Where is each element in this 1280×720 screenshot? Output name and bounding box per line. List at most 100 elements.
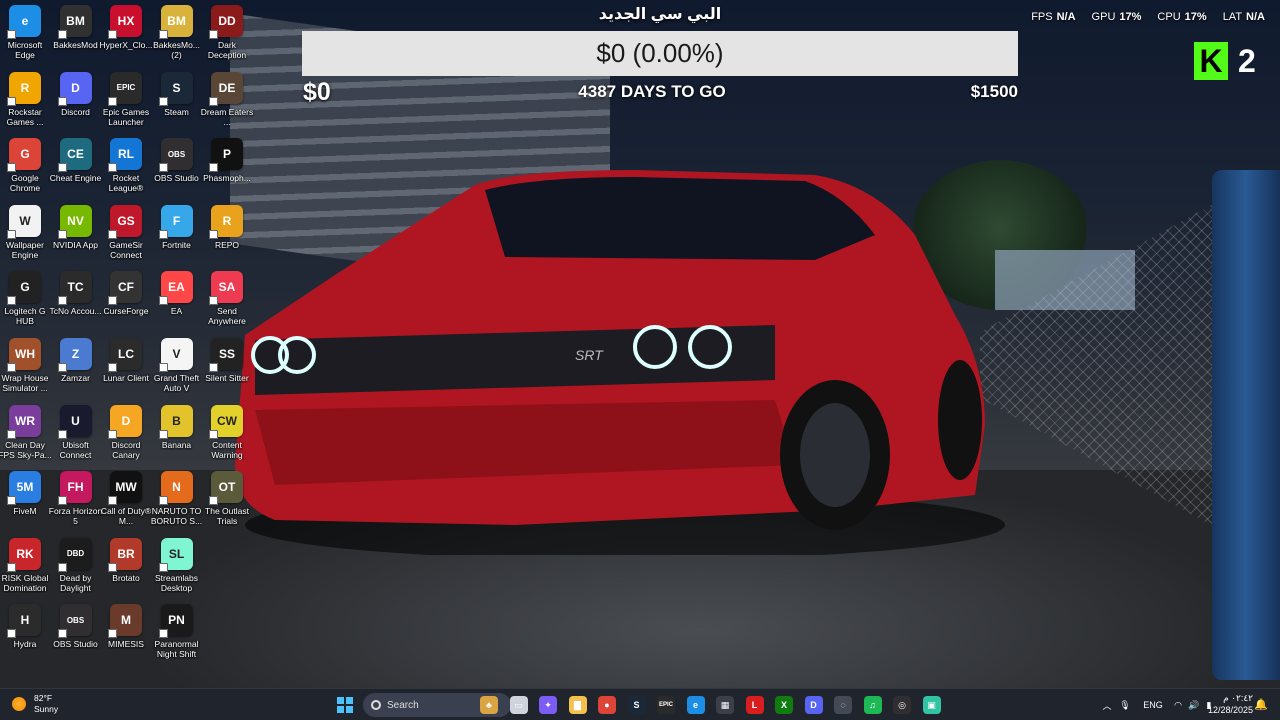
language-indicator[interactable]: ENG xyxy=(1136,700,1170,710)
desktop-icon-grand-theft-auto-v[interactable]: V Grand Theft Auto V xyxy=(152,338,202,393)
desktop-icon-rockstar-games[interactable]: R Rockstar Games ... xyxy=(0,71,50,127)
app-icon: GS xyxy=(108,204,142,239)
search-placeholder: Search xyxy=(387,699,419,711)
app-icon: EPIC xyxy=(108,71,142,106)
desktop-icon-obs-studio[interactable]: OBS OBS Studio xyxy=(152,138,202,183)
desktop-icon-zamzar[interactable]: Z Zamzar xyxy=(51,338,101,383)
desktop-icon-curseforge[interactable]: CF CurseForge xyxy=(101,271,151,316)
app-icon: RK xyxy=(7,537,41,572)
desktop-icon-nvidia-app[interactable]: NV NVIDIA App xyxy=(51,204,101,250)
edge-icon[interactable]: e xyxy=(686,696,705,714)
desktop-icon-brotato[interactable]: BR Brotato xyxy=(101,537,151,583)
desktop-icon-tcno-accou[interactable]: TC TcNo Accou... xyxy=(50,271,101,316)
steam-icon[interactable]: S xyxy=(627,696,646,714)
desktop-icon-discord[interactable]: D Discord xyxy=(51,71,101,117)
desktop-icon-label: Rockstar Games ... xyxy=(6,106,44,127)
desktop-icon-label: Fortnite xyxy=(162,239,191,250)
search-icon xyxy=(371,700,381,710)
spotify-icon[interactable]: ♫ xyxy=(863,696,882,714)
desktop-icon-label: Steam xyxy=(164,106,189,117)
desktop-icon-mimesis[interactable]: M MIMESIS xyxy=(101,604,151,649)
desktop-icon-wrap-house-simulator[interactable]: WH Wrap House Simulator ... xyxy=(0,338,50,393)
microphone-icon[interactable]: 🎙 xyxy=(1114,700,1136,711)
xbox-icon[interactable]: X xyxy=(775,696,793,714)
file-explorer-icon[interactable]: ▇ xyxy=(568,696,587,714)
desktop-icon-label: Logitech G HUB xyxy=(4,306,46,327)
desktop-icon-dream-eaters[interactable]: DE Dream Eaters ... xyxy=(201,71,253,127)
streamlabs-icon[interactable]: ▣ xyxy=(922,696,941,714)
app-icon: R xyxy=(209,204,243,239)
desktop-icon-silent-sitter[interactable]: SS Silent Sitter xyxy=(202,338,252,383)
chrome-icon[interactable]: ● xyxy=(598,696,616,714)
desktop-icon-wallpaper-engine[interactable]: W Wallpaper Engine xyxy=(0,204,50,260)
goal-title: البي سي الجديد xyxy=(598,6,722,23)
desktop-icon-fortnite[interactable]: F Fortnite xyxy=(152,204,202,250)
windows-logo-icon xyxy=(337,697,344,704)
desktop-icon-hydra[interactable]: H Hydra xyxy=(0,604,50,649)
copilot-icon[interactable]: ✦ xyxy=(539,696,557,714)
desktop-icon-steam[interactable]: S Steam xyxy=(152,71,202,117)
notifications-bell-icon[interactable]: 🔔 xyxy=(1254,698,1268,711)
show-hidden-icons-chevron-icon[interactable]: ︿ xyxy=(1100,699,1114,712)
desktop-icon-epic-games-launcher[interactable]: EPIC Epic Games Launcher xyxy=(101,71,151,127)
desktop-icon-send-anywhere[interactable]: SA Send Anywhere xyxy=(202,271,252,326)
desktop-icon-the-outlast-trials[interactable]: OT The Outlast Trials xyxy=(202,471,252,526)
desktop-icon-label: Rocket League® xyxy=(108,173,144,194)
weather-widget[interactable]: 82°F Sunny xyxy=(12,693,58,715)
desktop-icon-banana[interactable]: B Banana xyxy=(152,404,202,450)
app-icon[interactable]: ◌ xyxy=(834,696,852,714)
desktop-icon-paranormal-night-shift[interactable]: PN Paranormal Night Shift xyxy=(152,604,202,659)
desktop-icon-label: NVIDIA App xyxy=(53,239,98,250)
system-tray: ︿ 🎙 ENG ◠ 🔊 ▮ xyxy=(1100,689,1216,720)
desktop-icon-fivem[interactable]: 5M FiveM xyxy=(0,471,50,516)
desktop-icon-microsoft-edge[interactable]: e Microsoft Edge xyxy=(0,5,50,60)
desktop-icon-dark-deception[interactable]: DD Dark Deception xyxy=(202,5,252,60)
task-view-icon[interactable]: ▭ xyxy=(509,696,528,714)
desktop-icon-gamesir-connect[interactable]: GS GameSir Connect xyxy=(101,204,151,260)
discord-icon[interactable]: D xyxy=(804,696,823,714)
desktop-icon-lunar-client[interactable]: LC Lunar Client xyxy=(101,338,151,383)
desktop-icon-cheat-engine[interactable]: CE Cheat Engine xyxy=(50,138,101,183)
desktop-icon-google-chrome[interactable]: G Google Chrome xyxy=(0,138,50,193)
desktop-icon-label: Banana xyxy=(161,439,192,450)
epic-games-icon[interactable]: EPIC xyxy=(657,696,675,714)
desktop-icon-phasmoph[interactable]: P Phasmoph... xyxy=(202,138,252,183)
desktop-icon-streamlabs-desktop[interactable]: SL Streamlabs Desktop xyxy=(152,537,202,593)
desktop-icon-repo[interactable]: R REPO xyxy=(202,204,252,250)
desktop-icon-call-of-duty-m[interactable]: MW Call of Duty® M... xyxy=(101,471,151,526)
desktop-icon-obs-studio[interactable]: OBS OBS Studio xyxy=(51,604,101,649)
app-icon: SS xyxy=(209,338,243,372)
app-icon: P xyxy=(209,138,243,173)
desktop-icon-discord-canary[interactable]: D Discord Canary xyxy=(101,404,151,460)
app-icon: BR xyxy=(108,537,142,572)
app-icon: B xyxy=(158,404,193,439)
desktop-icon-logitech-g-hub[interactable]: G Logitech G HUB xyxy=(0,271,50,326)
desktop-icon-bakkesmo-2[interactable]: BM BakkesMo... (2) xyxy=(152,5,202,60)
taskbar: 82°F Sunny Search ♣ ▭ ✦ ▇ ● S EPIC e ▦ L X D ◌ ♫ ◎ ▣ ︿ … xyxy=(0,688,1280,720)
obs-icon[interactable]: ◎ xyxy=(893,696,911,714)
cpu-stat: CPU 17% xyxy=(1157,11,1207,23)
desktop-icon-ubisoft-connect[interactable]: U Ubisoft Connect xyxy=(51,404,101,460)
desktop-icon-bakkesmod[interactable]: BM BakkesMod xyxy=(51,5,101,50)
desktop-icon-rocket-league[interactable]: RL Rocket League® xyxy=(101,138,151,193)
desktop-icon-content-warning[interactable]: CW Content Warning xyxy=(202,404,252,460)
volume-icon[interactable]: 🔊 xyxy=(1186,700,1202,711)
desktop-icon-risk-global-domination[interactable]: RK RISK Global Domination xyxy=(0,537,50,593)
widgets-icon[interactable]: ♣ xyxy=(480,696,498,714)
app-icon: BM xyxy=(158,5,193,39)
desktop-icon-clean-day-fps-sky-pa[interactable]: WR Clean Day FPS Sky-Pa... xyxy=(0,404,52,460)
desktop-icon-ea[interactable]: EA EA xyxy=(152,271,202,316)
desktop-icon-label: Clean Day FPS Sky-Pa... xyxy=(0,439,52,460)
desktop-icon-label: Ubisoft Connect xyxy=(59,439,92,460)
desktop-icon-dead-by-daylight[interactable]: DBD Dead by Daylight xyxy=(51,537,101,593)
start-button[interactable] xyxy=(337,697,353,713)
desktop-icon-naruto-to-boruto-s[interactable]: N NARUTO TO BORUTO S... xyxy=(151,471,202,526)
app-icon: S xyxy=(158,71,193,106)
fps-stat: FPS N/A xyxy=(1031,11,1076,23)
l-app-icon[interactable]: L xyxy=(745,696,764,714)
desktop-icon-forza-horizon-5[interactable]: FH Forza Horizon 5 xyxy=(49,471,102,526)
microsoft-store-icon[interactable]: ▦ xyxy=(716,696,734,714)
desktop-icon-hyperx-clo[interactable]: HX HyperX_Clo... xyxy=(100,5,152,50)
taskbar-clock[interactable]: ٠٢:٤٢ م 12/28/2025 xyxy=(1208,692,1253,716)
wifi-icon[interactable]: ◠ xyxy=(1170,700,1186,711)
